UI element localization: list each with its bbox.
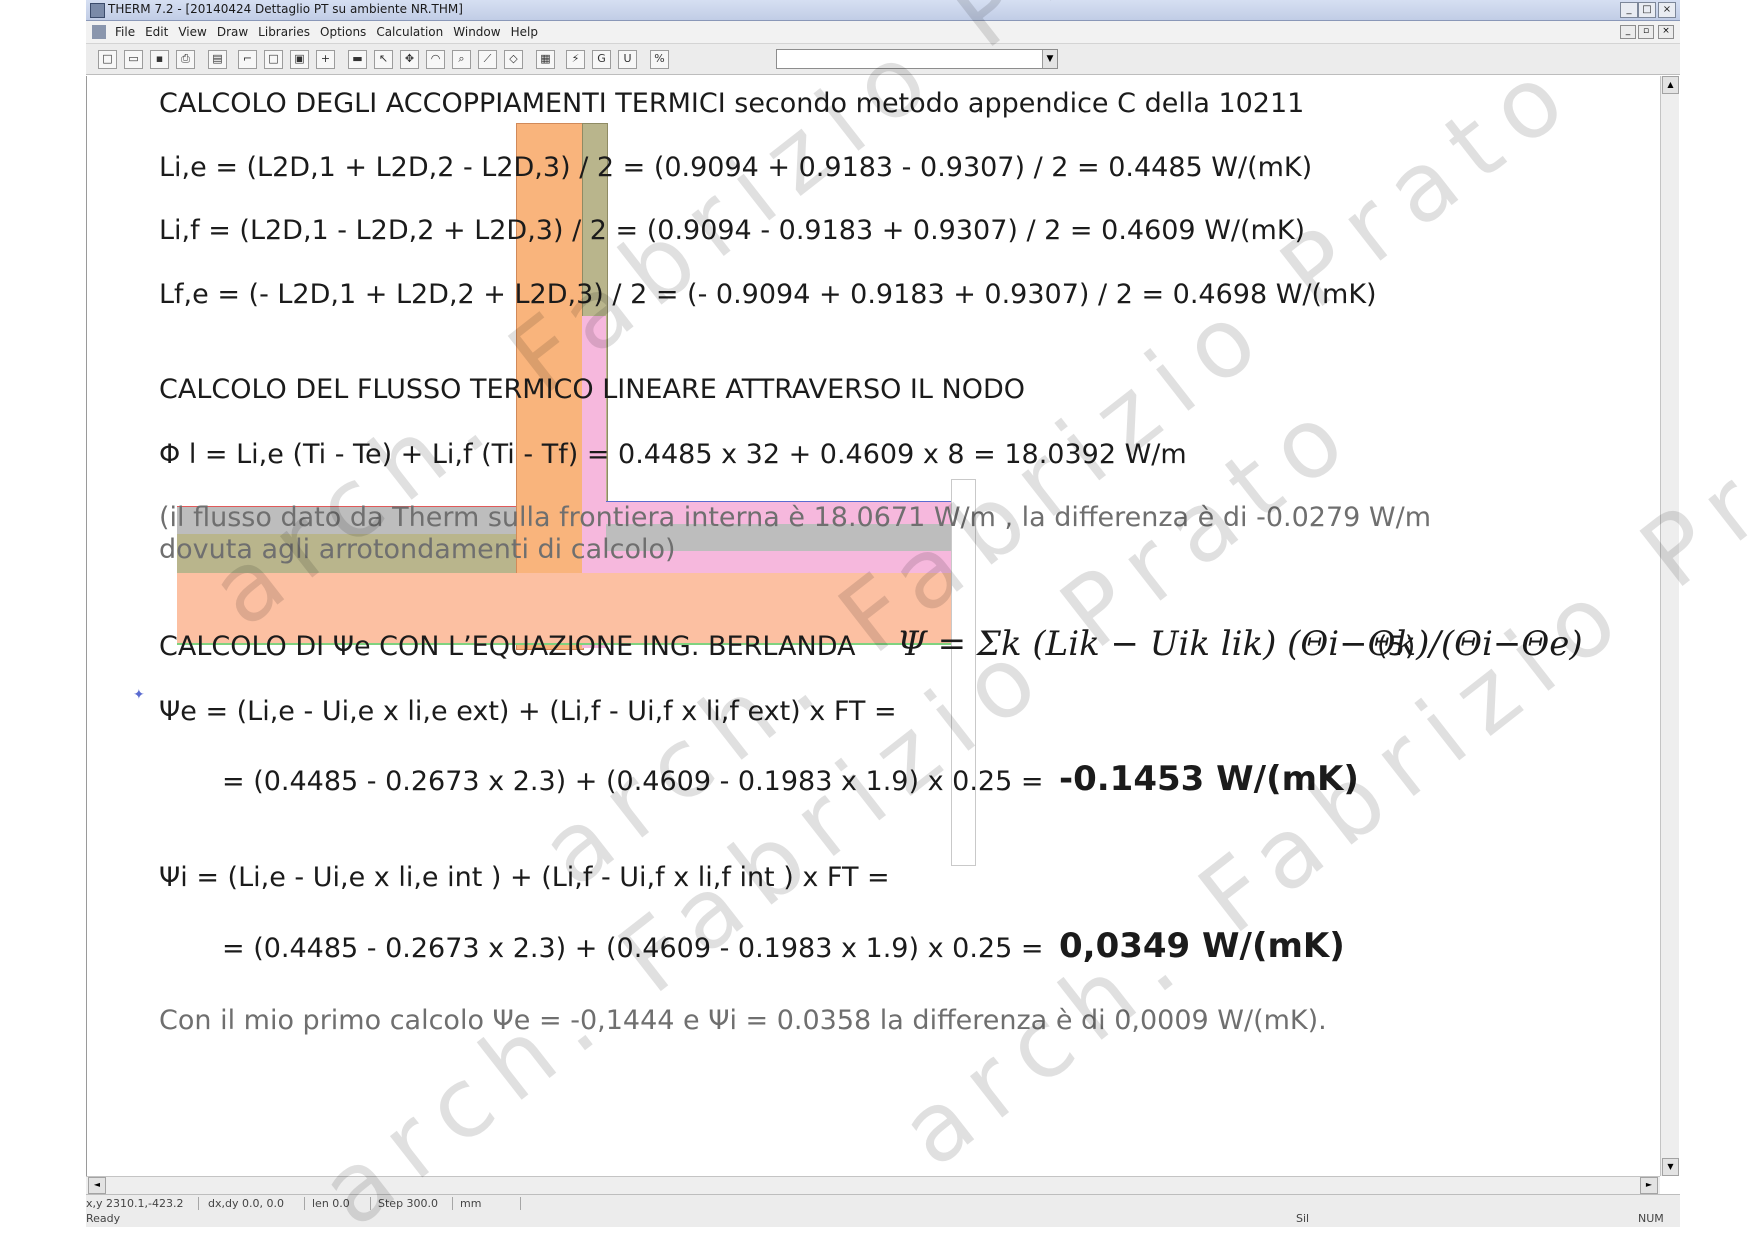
ruler-icon[interactable]: ⟋ (478, 50, 497, 69)
boundary-icon[interactable]: ▬ (348, 50, 367, 69)
save-icon[interactable]: ▪ (150, 50, 169, 69)
library-icon[interactable]: ▤ (208, 50, 227, 69)
menu-view[interactable]: View (173, 21, 211, 43)
maximize-button[interactable]: □ (1638, 2, 1656, 18)
therm-window: THERM 7.2 - [20140424 Dettaglio PT su am… (86, 0, 1680, 1227)
arc-icon[interactable]: ◠ (426, 50, 445, 69)
menu-edit[interactable]: Edit (140, 21, 173, 43)
status-delta: dx,dy 0.0, 0.0 (208, 1197, 305, 1210)
scroll-left-icon[interactable]: ◄ (88, 1177, 106, 1194)
pan-icon[interactable]: ✥ (400, 50, 419, 69)
scroll-right-icon[interactable]: ► (1640, 1177, 1658, 1194)
window-title: THERM 7.2 - [20140424 Dettaglio PT su am… (108, 2, 463, 16)
close-button[interactable]: × (1658, 2, 1676, 18)
menu-help[interactable]: Help (506, 21, 543, 43)
equation-phi: Φ l = Li,e (Ti - Te) + Li,f (Ti - Tf) = … (159, 439, 1187, 470)
print-icon[interactable]: ⎙ (176, 50, 195, 69)
rotate-icon[interactable]: ◇ (504, 50, 523, 69)
open-icon[interactable]: ▭ (124, 50, 143, 69)
doc-close-button[interactable]: × (1658, 25, 1674, 39)
psi-i-result: 0,0349 W/(mK) (1059, 926, 1345, 966)
calculate-icon[interactable]: ⚡ (566, 50, 585, 69)
doc-restore-button[interactable]: ▫ (1638, 25, 1654, 39)
vertical-scrollbar[interactable]: ▲ ▼ (1660, 76, 1679, 1176)
heading-flux: CALCOLO DEL FLUSSO TERMICO LINEARE ATTRA… (159, 374, 1025, 405)
horizontal-scrollbar[interactable]: ◄ ► (86, 1176, 1660, 1194)
toolbar-combo[interactable]: ▼ (776, 49, 1058, 69)
locate-icon[interactable]: + (316, 50, 335, 69)
berlanda-formula: Ψ = Σk (Lik − Uik lik) (Θi−Θk)/(Θi−Θe) (897, 624, 1583, 664)
status-ready: Ready (86, 1212, 121, 1225)
document-icon (92, 25, 106, 39)
fill-icon[interactable]: ▣ (290, 50, 309, 69)
status-coords: x,y 2310.1,-423.2 (86, 1197, 199, 1210)
therm-app-icon (90, 3, 105, 18)
rectangle-icon[interactable]: □ (264, 50, 283, 69)
equation-lie: Li,e = (L2D,1 + L2D,2 - L2D,3) / 2 = (0.… (159, 152, 1313, 183)
psi-i-calculation: = (0.4485 - 0.2673 x 2.3) + (0.4609 - 0.… (222, 933, 1044, 964)
comparison-footer: Con il mio primo calcolo Ψe = -0,1444 e … (159, 1005, 1327, 1036)
minimize-button[interactable]: _ (1620, 2, 1638, 18)
status-units: mm (460, 1197, 521, 1210)
toggle-icon[interactable]: % (650, 50, 669, 69)
equation-lfe: Lf,e = (- L2D,1 + L2D,2 + L2D,3) / 2 = (… (159, 279, 1377, 310)
scroll-down-icon[interactable]: ▼ (1662, 1158, 1679, 1176)
menu-file[interactable]: File (110, 21, 140, 43)
title-bar: THERM 7.2 - [20140424 Dettaglio PT su am… (86, 0, 1680, 21)
status-sil: Sil (1296, 1212, 1310, 1225)
results-icon[interactable]: ▦ (536, 50, 555, 69)
status-num: NUM (1638, 1212, 1664, 1225)
psi-e-definition: Ψe = (Li,e - Ui,e x li,e ext) + (Li,f - … (159, 696, 897, 727)
menu-calculation[interactable]: Calculation (371, 21, 448, 43)
menu-window[interactable]: Window (448, 21, 505, 43)
status-bar: x,y 2310.1,-423.2 dx,dy 0.0, 0.0 len 0.0… (86, 1194, 1680, 1227)
psi-e-calculation: = (0.4485 - 0.2673 x 2.3) + (0.4609 - 0.… (222, 766, 1044, 797)
polygon-icon[interactable]: ⌐ (238, 50, 257, 69)
formula-number: (5) (1377, 631, 1416, 662)
menu-draw[interactable]: Draw (212, 21, 253, 43)
scroll-up-icon[interactable]: ▲ (1662, 76, 1679, 94)
chevron-down-icon[interactable]: ▼ (1042, 50, 1057, 68)
zoom-icon[interactable]: ⌕ (452, 50, 471, 69)
u-factor-icon[interactable]: U (618, 50, 637, 69)
new-icon[interactable]: □ (98, 50, 117, 69)
note-therm-flux: (il flusso dato da Therm sulla frontiera… (159, 502, 1431, 533)
toolbar: □ ▭ ▪ ⎙ ▤ ⌐ □ ▣ + ▬ ↖ ✥ ◠ ⌕ ⟋ ◇ ▦ ⚡ G U … (86, 44, 1680, 75)
menu-options[interactable]: Options (315, 21, 371, 43)
psi-i-definition: Ψi = (Li,e - Ui,e x li,e int ) + (Li,f -… (159, 862, 890, 893)
select-icon[interactable]: ↖ (374, 50, 393, 69)
doc-minimize-button[interactable]: _ (1620, 25, 1636, 39)
heading-coupling: CALCOLO DEGLI ACCOPPIAMENTI TERMICI seco… (159, 88, 1305, 119)
menu-libraries[interactable]: Libraries (253, 21, 315, 43)
equation-lif: Li,f = (L2D,1 - L2D,2 + L2D,3) / 2 = (0.… (159, 215, 1306, 246)
status-step: Step 300.0 (378, 1197, 453, 1210)
heading-psi-e: CALCOLO DI Ψe CON L’EQUAZIONE ING. BERLA… (159, 631, 856, 662)
menu-bar: File Edit View Draw Libraries Options Calculat… (86, 21, 1680, 44)
crosshair-icon: ✦ (133, 687, 145, 703)
outline-frame (951, 479, 976, 866)
psi-e-result: -0.1453 W/(mK) (1059, 759, 1359, 799)
drawing-canvas[interactable]: ✦ CALCOLO DEGLI ACCOPPIAMENTI TERMICI se… (86, 76, 1661, 1176)
status-len: len 0.0 (312, 1197, 371, 1210)
units-icon[interactable]: G (592, 50, 611, 69)
note-rounding: dovuta agli arrotondamenti di calcolo) (159, 534, 676, 565)
